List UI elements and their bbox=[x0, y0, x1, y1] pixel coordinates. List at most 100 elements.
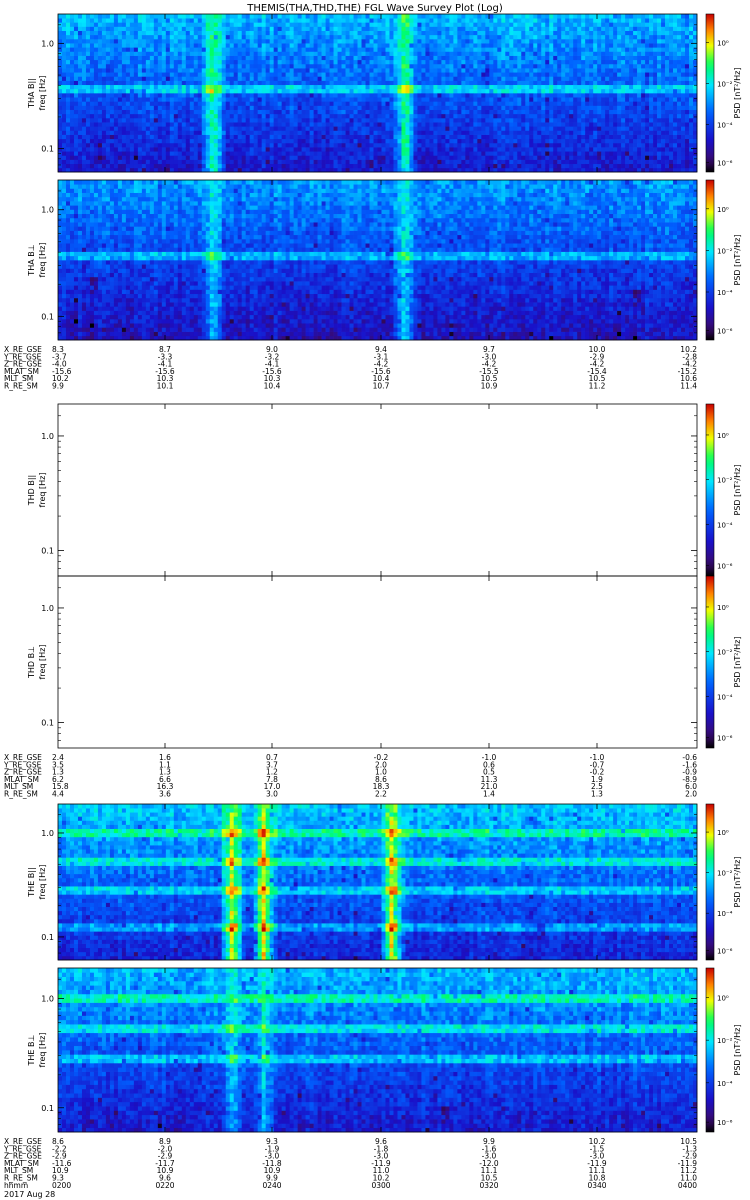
spectrogram-cell bbox=[497, 93, 501, 98]
spectrogram-cell bbox=[338, 110, 342, 115]
spectrogram-cell bbox=[150, 51, 154, 56]
spectrogram-cell bbox=[350, 14, 354, 19]
spectrogram-cell bbox=[218, 35, 222, 40]
spectrogram-cell bbox=[138, 51, 142, 56]
spectrogram-cell bbox=[178, 143, 182, 148]
spectrogram-cell bbox=[318, 164, 322, 169]
spectrogram-cell bbox=[306, 64, 310, 69]
spectrogram-cell bbox=[238, 85, 242, 90]
spectrogram-cell bbox=[258, 151, 262, 156]
spectrogram-cell bbox=[557, 18, 561, 23]
spectrogram-cell bbox=[178, 97, 182, 102]
spectrogram-cell bbox=[505, 110, 509, 115]
spectrogram-cell bbox=[58, 139, 62, 144]
spectrogram-cell bbox=[437, 126, 441, 131]
spectrogram-cell bbox=[445, 51, 449, 56]
spectrogram-cell bbox=[338, 143, 342, 148]
spectrogram-cell bbox=[162, 14, 166, 19]
spectrogram-cell bbox=[322, 126, 326, 131]
spectrogram-cell bbox=[477, 39, 481, 44]
spectrogram-cell bbox=[505, 89, 509, 94]
spectrogram-cell bbox=[429, 118, 433, 123]
spectrogram-cell bbox=[413, 110, 417, 115]
spectrogram-cell bbox=[322, 51, 326, 56]
spectrogram-cell bbox=[114, 60, 118, 65]
spectrogram-cell bbox=[174, 155, 178, 160]
spectrogram-cell bbox=[533, 76, 537, 81]
spectrogram-cell bbox=[306, 126, 310, 131]
spectrogram-cell bbox=[541, 47, 545, 52]
spectrogram-cell bbox=[513, 47, 517, 52]
spectrogram-cell bbox=[389, 60, 393, 65]
spectrogram-cell bbox=[82, 18, 86, 23]
spectrogram-cell bbox=[573, 26, 577, 31]
spectrogram-cell bbox=[234, 114, 238, 119]
spectrogram-cell bbox=[70, 51, 74, 56]
spectrogram-cell bbox=[294, 64, 298, 69]
spectrogram-cell bbox=[298, 114, 302, 119]
spectrogram-cell bbox=[222, 118, 226, 123]
spectrogram-cell bbox=[573, 97, 577, 102]
spectrogram-cell bbox=[421, 155, 425, 160]
spectrogram-cell bbox=[182, 60, 186, 65]
spectrogram-cell bbox=[521, 93, 525, 98]
spectrogram-cell bbox=[545, 68, 549, 73]
spectrogram-cell bbox=[513, 89, 517, 94]
spectrogram-cell bbox=[533, 43, 537, 48]
spectrogram-cell bbox=[342, 122, 346, 127]
spectrogram-cell bbox=[118, 60, 122, 65]
spectrogram-cell bbox=[362, 151, 366, 156]
spectrogram-cell bbox=[178, 76, 182, 81]
spectrogram-cell bbox=[282, 35, 286, 40]
spectrogram-cell bbox=[262, 160, 266, 165]
spectrogram-cell bbox=[314, 47, 318, 52]
spectrogram-cell bbox=[330, 105, 334, 110]
spectrogram-cell bbox=[346, 130, 350, 135]
spectrogram-cell bbox=[290, 151, 294, 156]
spectrogram-cell bbox=[202, 22, 206, 27]
spectrogram-cell bbox=[322, 26, 326, 31]
spectrogram-cell bbox=[553, 114, 557, 119]
spectrogram-cell bbox=[130, 31, 134, 36]
spectrogram-cell bbox=[130, 126, 134, 131]
spectrogram-cell bbox=[334, 122, 338, 127]
spectrogram-cell bbox=[501, 18, 505, 23]
spectrogram-cell bbox=[186, 114, 190, 119]
spectrogram-cell bbox=[70, 43, 74, 48]
spectrogram-cell bbox=[541, 14, 545, 19]
spectrogram-cell bbox=[78, 101, 82, 106]
spectrogram-cell bbox=[561, 22, 565, 27]
spectrogram-cell bbox=[557, 143, 561, 148]
spectrogram-cell bbox=[445, 101, 449, 106]
spectrogram-cell bbox=[62, 118, 66, 123]
spectrogram-cell bbox=[413, 114, 417, 119]
spectrogram-cell bbox=[362, 43, 366, 48]
spectrogram-cell bbox=[174, 97, 178, 102]
spectrogram-cell bbox=[294, 93, 298, 98]
spectrogram-cell bbox=[481, 18, 485, 23]
spectrogram-cell bbox=[577, 81, 581, 86]
spectrogram-cell bbox=[90, 114, 94, 119]
spectrogram-cell bbox=[178, 139, 182, 144]
spectrogram-cell bbox=[222, 64, 226, 69]
spectrogram-cell bbox=[501, 68, 505, 73]
spectrogram-cell bbox=[94, 76, 98, 81]
spectrogram-cell bbox=[82, 164, 86, 169]
spectrogram-cell bbox=[461, 101, 465, 106]
spectrogram-cell bbox=[405, 39, 409, 44]
spectrogram-cell bbox=[441, 47, 445, 52]
spectrogram-cell bbox=[577, 39, 581, 44]
spectrogram-cell bbox=[433, 43, 437, 48]
spectrogram-cell bbox=[82, 89, 86, 94]
spectrogram-cell bbox=[174, 18, 178, 23]
spectrogram-cell bbox=[98, 22, 102, 27]
spectrogram-cell bbox=[226, 72, 230, 77]
spectrogram-cell bbox=[106, 26, 110, 31]
spectrogram-cell bbox=[86, 97, 90, 102]
spectrogram-cell bbox=[290, 97, 294, 102]
spectrogram-cell bbox=[178, 93, 182, 98]
spectrogram-cell bbox=[106, 85, 110, 90]
spectrogram-cell bbox=[497, 39, 501, 44]
spectrogram-cell bbox=[374, 64, 378, 69]
spectrogram-cell bbox=[445, 164, 449, 169]
